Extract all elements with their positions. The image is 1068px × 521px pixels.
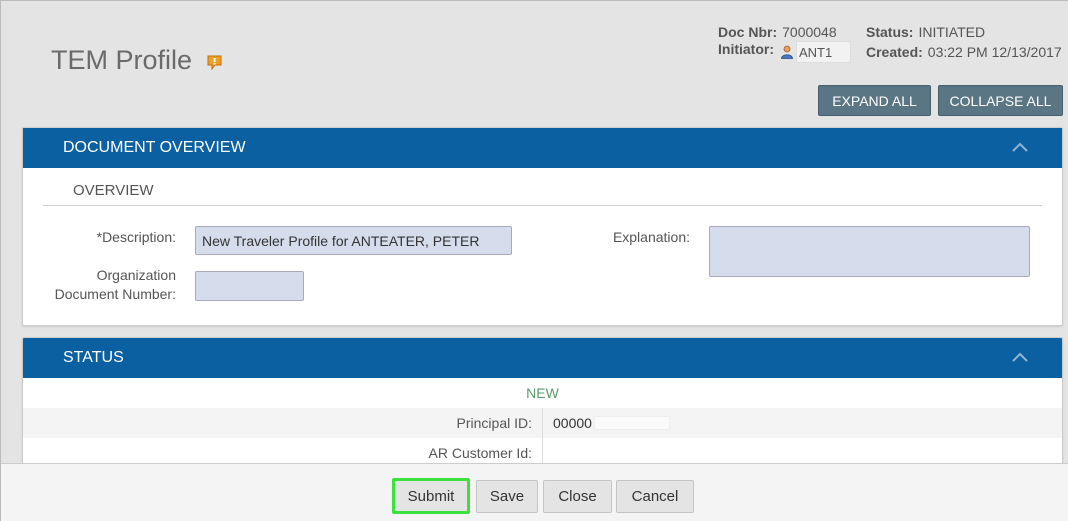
created-value: 03:22 PM 12/13/2017: [927, 44, 1062, 60]
explanation-textarea[interactable]: [709, 226, 1030, 277]
org-doc-label-line1: Organization: [96, 267, 176, 283]
initiator-label: Initiator:: [718, 41, 774, 57]
document-info: Doc Nbr: 7000048 Status: INITIATED Initi…: [718, 22, 1062, 63]
org-doc-label-line2: Document Number:: [54, 286, 176, 302]
status-header[interactable]: STATUS: [23, 338, 1062, 378]
created-label: Created:: [866, 44, 923, 60]
status-panel: STATUS NEW Principal ID: 00000 AR Custom…: [22, 337, 1063, 477]
person-icon: [780, 45, 794, 59]
close-button[interactable]: Close: [543, 480, 612, 513]
overview-subheading: OVERVIEW: [43, 168, 1042, 206]
principal-id-row: Principal ID: 00000: [23, 408, 1062, 438]
help-icon[interactable]: [206, 54, 223, 71]
doc-nbr-value: 7000048: [782, 24, 837, 40]
page-title: TEM Profile: [51, 45, 223, 76]
principal-id-label: Principal ID:: [23, 408, 543, 438]
description-label: *Description:: [96, 229, 176, 245]
page-title-text: TEM Profile: [51, 45, 193, 75]
chevron-up-icon[interactable]: [1012, 350, 1028, 362]
collapse-all-button[interactable]: COLLAPSE ALL: [938, 85, 1063, 116]
submit-button[interactable]: Submit: [392, 478, 470, 514]
cancel-button[interactable]: Cancel: [616, 480, 694, 513]
explanation-label: Explanation:: [612, 229, 690, 245]
principal-id-value: 00000: [553, 415, 592, 431]
document-overview-title: DOCUMENT OVERVIEW: [63, 139, 246, 156]
redacted-box: [593, 416, 670, 430]
org-doc-number-input[interactable]: [195, 271, 304, 301]
org-doc-number-label: Organization Document Number:: [33, 266, 176, 304]
status-label: Status:: [866, 24, 914, 40]
save-button[interactable]: Save: [476, 480, 538, 513]
initiator-link[interactable]: ANT1: [796, 41, 852, 63]
doc-nbr-label: Doc Nbr:: [718, 24, 778, 40]
status-title: STATUS: [63, 349, 124, 366]
document-overview-panel: DOCUMENT OVERVIEW OVERVIEW *Description:…: [22, 127, 1063, 326]
principal-id-value-wrap: 00000: [543, 415, 670, 431]
status-state: NEW: [526, 385, 559, 401]
chevron-up-icon[interactable]: [1012, 140, 1028, 152]
description-input[interactable]: New Traveler Profile for ANTEATER, PETER: [195, 226, 512, 255]
footer-bar: Submit Save Close Cancel: [1, 463, 1068, 521]
document-overview-header[interactable]: DOCUMENT OVERVIEW: [23, 128, 1062, 168]
status-value: INITIATED: [918, 24, 986, 40]
expand-all-button[interactable]: EXPAND ALL: [818, 85, 931, 116]
